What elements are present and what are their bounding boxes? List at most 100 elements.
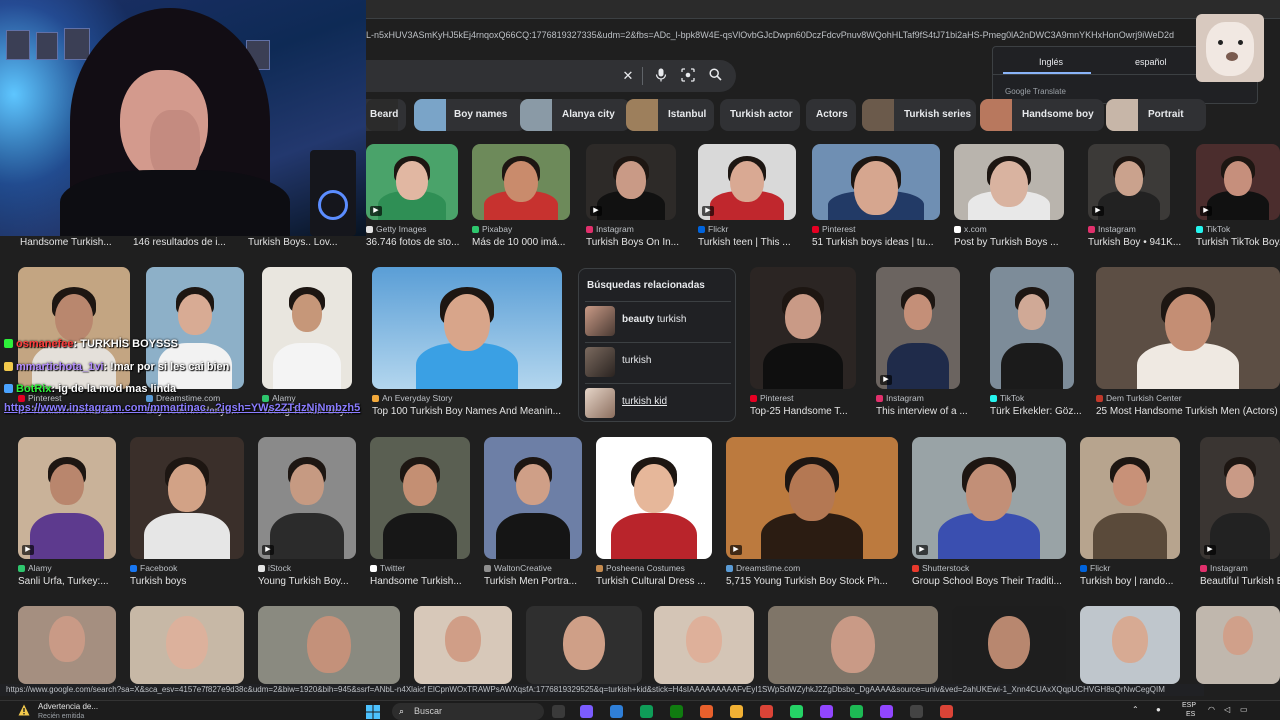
result-thumbnail[interactable] xyxy=(768,606,938,684)
result-thumbnail[interactable]: ▶ xyxy=(366,144,458,220)
image-result[interactable] xyxy=(414,606,512,684)
chip-portrait[interactable]: Portrait xyxy=(1106,99,1206,131)
lens-icon[interactable] xyxy=(680,68,696,84)
image-result[interactable]: ▶ Instagram Turkish Boys On In... xyxy=(586,144,679,250)
result-title[interactable]: Beautiful Turkish B... xyxy=(1200,576,1280,587)
result-thumbnail[interactable]: ▶ xyxy=(18,437,116,559)
image-result[interactable]: An Everyday Story Top 100 Turkish Boy Nam… xyxy=(372,267,562,419)
microphone-icon[interactable]: ● xyxy=(1156,705,1161,714)
chip-turkish-series[interactable]: Turkish series xyxy=(862,99,976,131)
result-title[interactable]: Sanli Urfa, Turkey:... xyxy=(18,576,136,587)
image-result[interactable] xyxy=(526,606,642,684)
image-result[interactable]: Twitter Handsome Turkish... xyxy=(370,437,470,589)
result-thumbnail[interactable]: ▶ xyxy=(912,437,1066,559)
result-thumbnail[interactable] xyxy=(1080,606,1180,684)
image-result[interactable]: ▶ Instagram This interview of a ... xyxy=(876,267,968,419)
app-icon[interactable] xyxy=(700,705,713,718)
result-source[interactable]: WaltonCreative xyxy=(484,563,602,573)
battery-icon[interactable]: ▭ xyxy=(1240,705,1248,714)
chip-istanbul[interactable]: Istanbul xyxy=(626,99,714,131)
image-result[interactable]: ▶ Flickr Turkish teen | This ... xyxy=(698,144,796,250)
folder-icon[interactable] xyxy=(730,705,743,718)
result-title[interactable]: Turkish Boys.. Lov... xyxy=(248,237,368,248)
result-source[interactable]: Dem Turkish Center xyxy=(1096,393,1280,403)
result-source[interactable]: Posheena Costumes xyxy=(596,563,732,573)
chip-handsome-boy[interactable]: Handsome boy xyxy=(980,99,1104,131)
result-title[interactable]: Handsome Turkish... xyxy=(370,576,490,587)
result-source[interactable]: Shutterstock xyxy=(912,563,1086,573)
clear-icon[interactable]: ✕ xyxy=(620,68,636,84)
image-result[interactable]: ▶ iStock Young Turkish Boy... xyxy=(258,437,356,589)
result-source[interactable]: Pinterest xyxy=(750,393,876,403)
result-source[interactable]: Instagram xyxy=(1200,563,1280,573)
result-source[interactable]: Flickr xyxy=(1080,563,1200,573)
related-item-turkish[interactable]: turkish xyxy=(585,342,731,378)
result-title[interactable]: 36.746 fotos de sto... xyxy=(366,237,478,248)
chip-alanya-city[interactable]: Alanya city xyxy=(520,99,630,131)
result-thumbnail[interactable] xyxy=(596,437,712,559)
image-result[interactable]: Alamy Young Turkish Boy... xyxy=(262,267,353,419)
image-result[interactable]: ▶ Alamy Sanli Urfa, Turkey:... xyxy=(18,437,116,589)
result-source[interactable]: Getty Images xyxy=(366,224,478,234)
result-thumbnail[interactable] xyxy=(372,267,562,389)
result-thumbnail[interactable] xyxy=(18,606,116,684)
translate-tab-spanish[interactable]: español xyxy=(1135,57,1167,67)
wifi-icon[interactable]: ◠ xyxy=(1208,705,1215,714)
result-title[interactable]: Turkish boys xyxy=(130,576,264,587)
result-title[interactable]: Top-25 Handsome T... xyxy=(750,406,876,417)
result-title[interactable]: Turkish Men Portra... xyxy=(484,576,602,587)
result-thumbnail[interactable]: ▶ xyxy=(876,267,960,389)
image-result[interactable] xyxy=(654,606,754,684)
chip-actors[interactable]: Actors xyxy=(806,99,856,131)
warning-icon[interactable] xyxy=(18,704,30,716)
microphone-icon[interactable] xyxy=(653,68,669,84)
related-item-turkish-kid[interactable]: turkish kid xyxy=(585,383,731,419)
image-result[interactable]: x.com Post by Turkish Boys ... xyxy=(954,144,1064,250)
result-source[interactable]: Alamy xyxy=(18,563,136,573)
chip-boy-names[interactable]: Boy names xyxy=(414,99,526,131)
result-source[interactable]: Pixabay xyxy=(472,224,590,234)
result-title[interactable]: Handsome Turkish... xyxy=(20,237,140,248)
result-source[interactable]: x.com xyxy=(954,224,1084,234)
image-result[interactable]: ▶ Shutterstock Group School Boys Their Tra… xyxy=(912,437,1066,589)
taskbar-search[interactable]: ⌕ Buscar xyxy=(392,703,544,720)
result-title[interactable]: Young Turkish Boy... xyxy=(258,576,376,587)
result-title[interactable]: 5,715 Young Turkish Boy Stock Ph... xyxy=(726,576,918,587)
image-result[interactable] xyxy=(130,606,244,684)
result-title[interactable]: 146 resultados de i... xyxy=(133,237,253,248)
result-thumbnail[interactable] xyxy=(654,606,754,684)
result-thumbnail[interactable] xyxy=(990,267,1074,389)
result-title[interactable]: This interview of a ... xyxy=(876,406,980,417)
result-source[interactable]: Facebook xyxy=(130,563,264,573)
result-thumbnail[interactable] xyxy=(1080,437,1180,559)
result-thumbnail[interactable] xyxy=(952,606,1066,684)
result-thumbnail[interactable] xyxy=(484,437,582,559)
result-thumbnail[interactable] xyxy=(1196,606,1280,684)
copilot-icon[interactable] xyxy=(580,705,593,718)
result-source[interactable]: TikTok xyxy=(1196,224,1280,234)
result-source[interactable]: TikTok xyxy=(990,393,1094,403)
chevron-up-icon[interactable]: ⌃ xyxy=(1132,705,1139,714)
result-title[interactable]: 51 Turkish boys ideas | tu... xyxy=(812,237,960,248)
result-title[interactable]: 25 Most Handsome Turkish Men (Actors) xyxy=(1096,406,1280,417)
result-source[interactable]: Instagram xyxy=(586,224,696,234)
result-source[interactable]: Twitter xyxy=(370,563,490,573)
result-title[interactable]: Turkish teen | This ... xyxy=(698,237,816,248)
image-result[interactable]: Pixabay Más de 10 000 imá... xyxy=(472,144,570,250)
image-result[interactable]: Pinterest Top-25 Handsome T... xyxy=(750,267,856,419)
image-result[interactable] xyxy=(1196,606,1280,684)
obs-icon[interactable] xyxy=(910,705,923,718)
language-indicator[interactable]: ESP xyxy=(1182,702,1196,709)
result-thumbnail[interactable] xyxy=(954,144,1064,220)
result-thumbnail[interactable] xyxy=(414,606,512,684)
xbox-icon[interactable] xyxy=(670,705,683,718)
twitch-icon[interactable] xyxy=(880,705,893,718)
result-title[interactable]: Turkish TikTok Boy... xyxy=(1196,237,1280,248)
chrome-icon[interactable] xyxy=(940,705,953,718)
image-result[interactable]: ▶ Dreamstime.com 5,715 Young Turkish Boy S… xyxy=(726,437,898,589)
result-source[interactable]: Instagram xyxy=(876,393,980,403)
result-thumbnail[interactable] xyxy=(130,437,244,559)
twitch-icon[interactable] xyxy=(820,705,833,718)
result-title[interactable]: Türk Erkekler: Göz... xyxy=(990,406,1094,417)
result-source[interactable]: An Everyday Story xyxy=(372,393,582,403)
